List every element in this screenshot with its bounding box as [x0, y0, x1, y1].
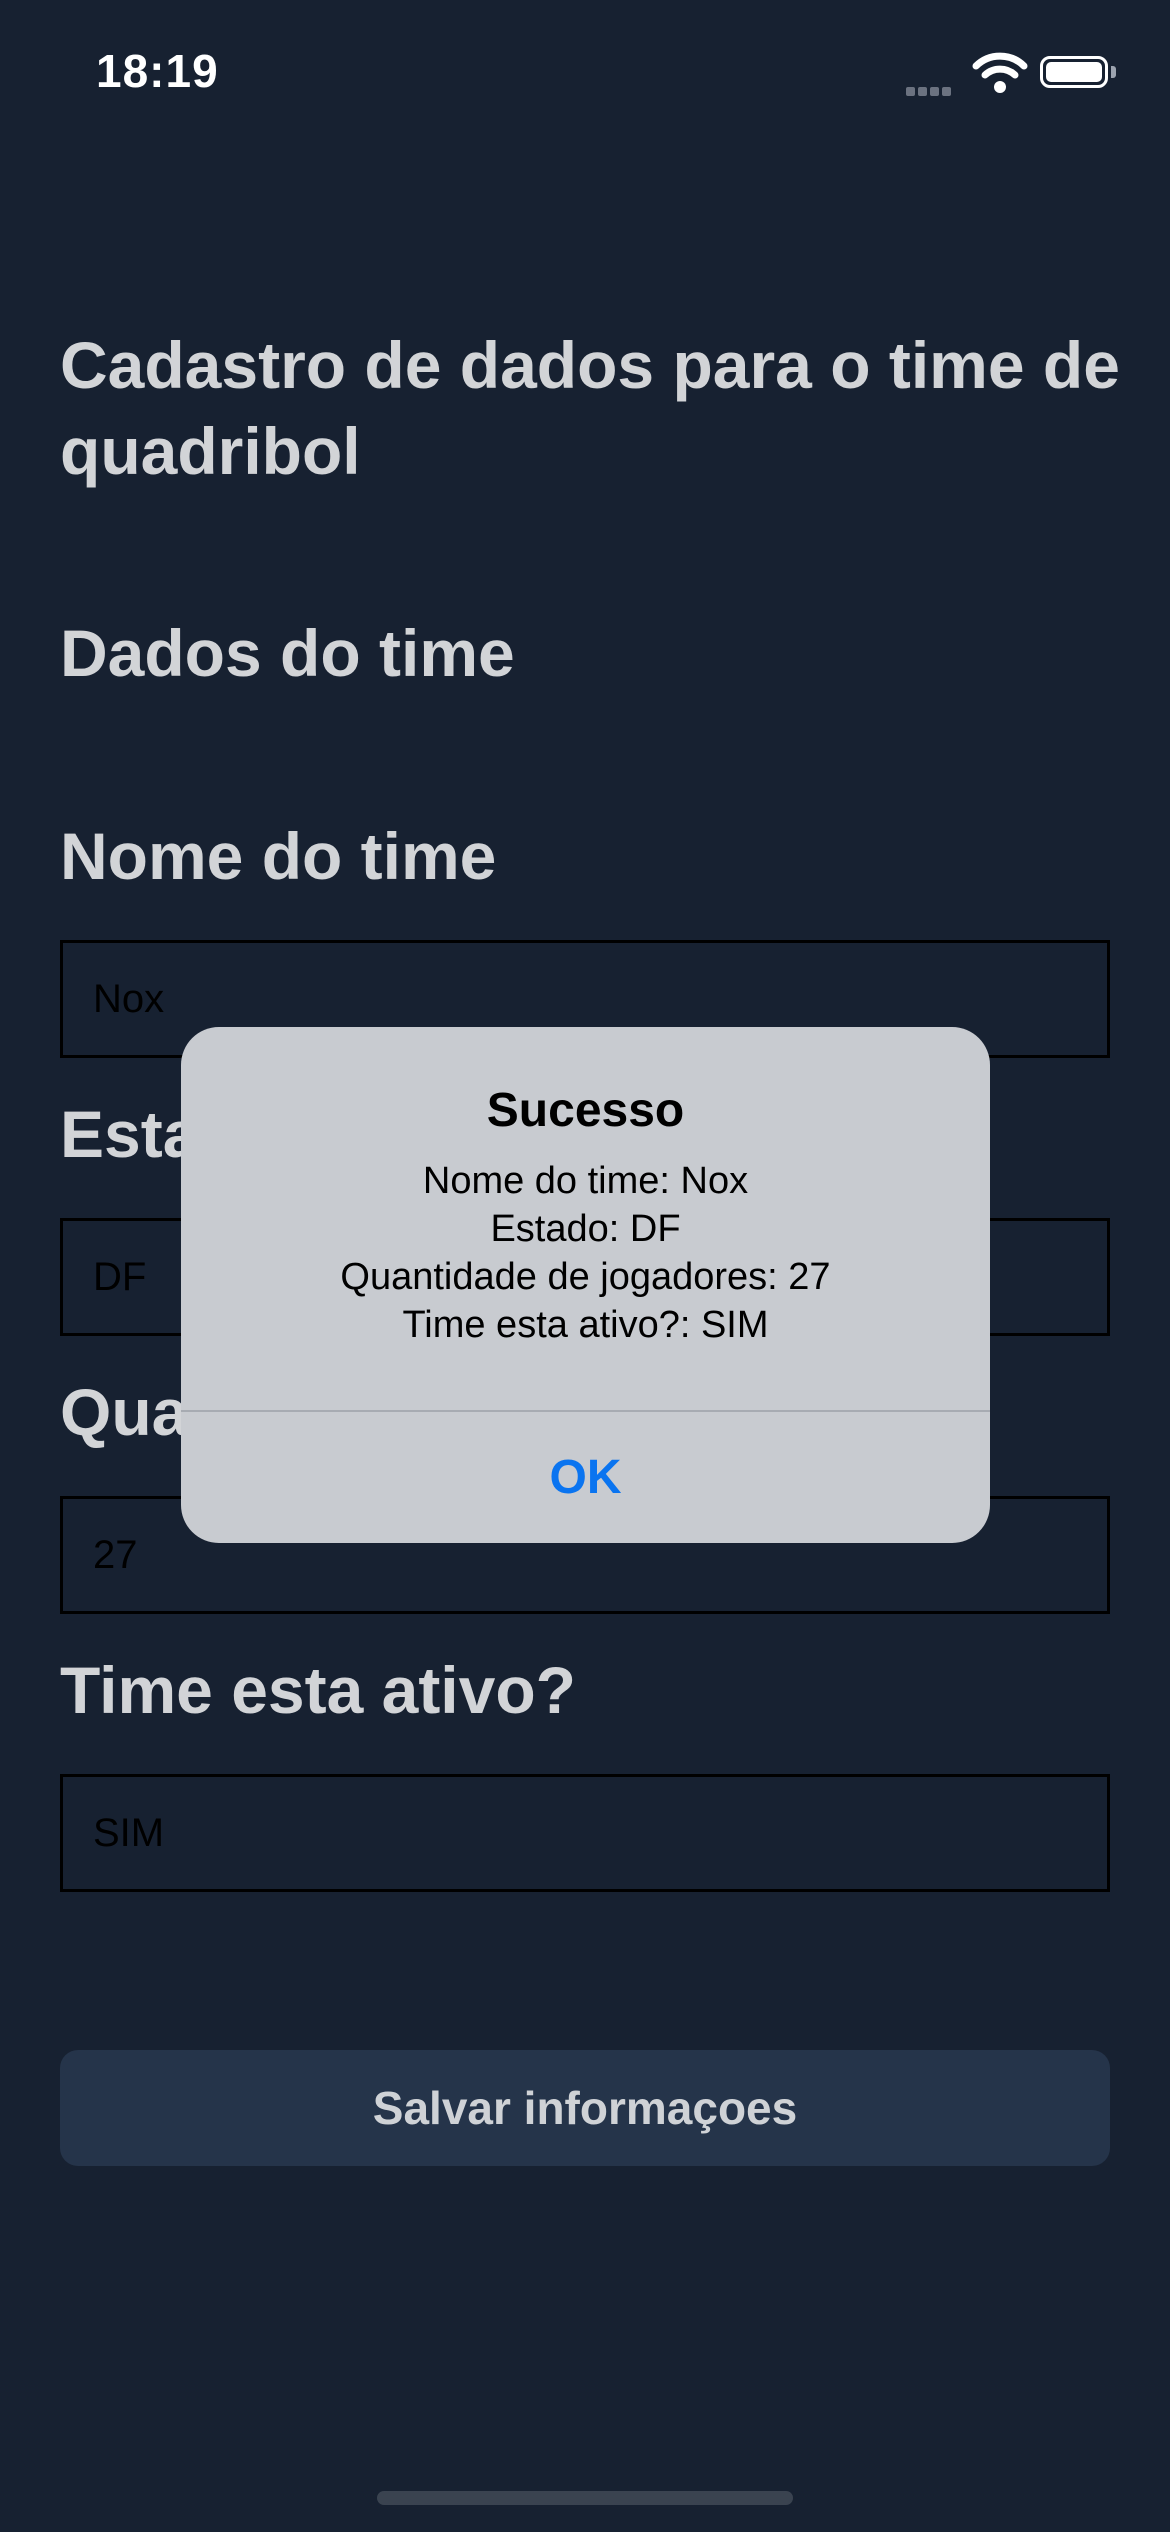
alert-line: Nome do time: Nox	[422, 1160, 749, 1202]
alert-line: Quantidade de jogadores: 27	[340, 1256, 831, 1298]
status-bar: 18:19	[0, 0, 1170, 150]
cellular-signal-icon	[906, 83, 954, 101]
alert-ok-button[interactable]: OK	[181, 1412, 990, 1543]
team-name-label: Nome do time	[60, 819, 497, 893]
save-button[interactable]: Salvar informaçoes	[60, 2050, 1110, 2166]
page-title: Cadastro de dados para o time de quadrib…	[60, 328, 1120, 488]
team-active-input[interactable]: SIM	[60, 1774, 1110, 1892]
alert-line: Time esta ativo?: SIM	[402, 1304, 769, 1346]
section-heading: Dados do time	[60, 616, 515, 690]
battery-icon	[1040, 56, 1108, 88]
team-active-label: Time esta ativo?	[60, 1653, 576, 1727]
alert-line: Estado: DF	[490, 1208, 681, 1250]
wifi-icon	[972, 52, 1028, 93]
success-alert: Sucesso Nome do time: Nox Estado: DF Qua…	[181, 1027, 990, 1543]
home-indicator	[377, 2491, 793, 2505]
alert-title: Sucesso	[486, 1084, 685, 1137]
alert-message: Nome do time: Nox Estado: DF Quantidade …	[181, 1157, 990, 1349]
status-time: 18:19	[96, 45, 219, 97]
battery-tip	[1111, 66, 1116, 78]
